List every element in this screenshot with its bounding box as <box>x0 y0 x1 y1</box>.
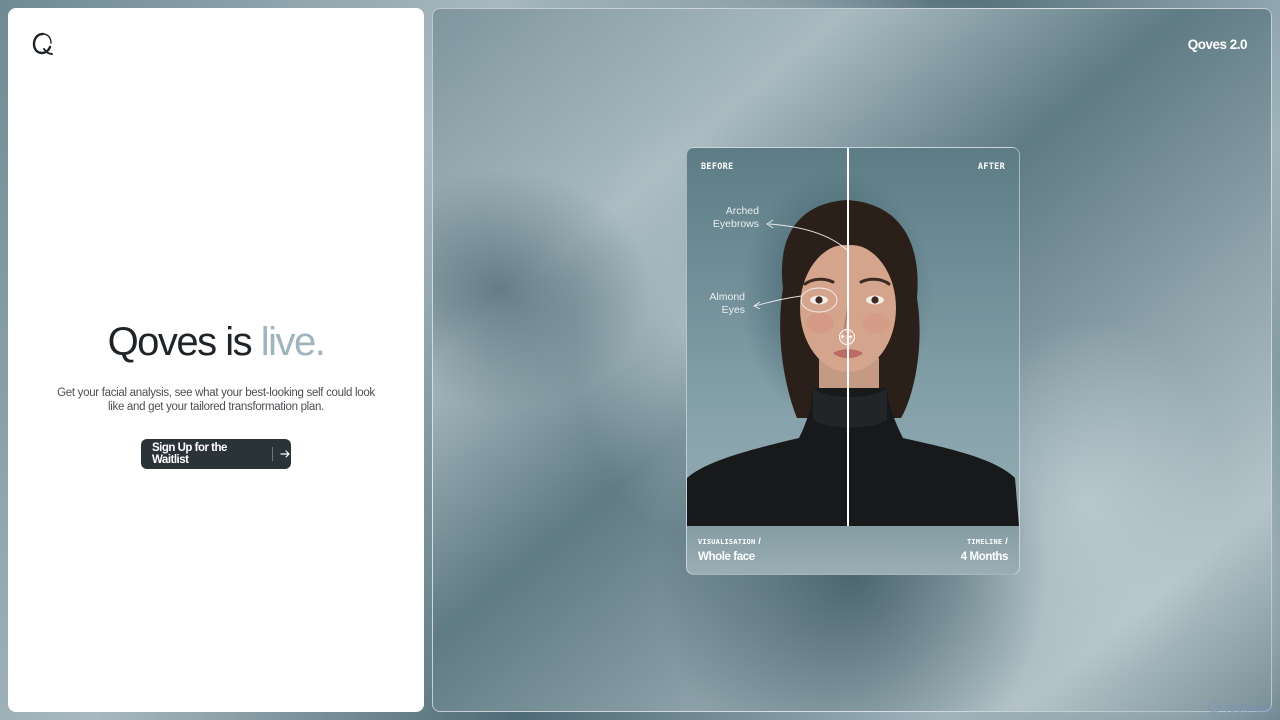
watermark-logo-icon <box>1208 700 1221 716</box>
version-label: Qoves 2.0 <box>1187 37 1248 52</box>
headline-accent: live. <box>260 320 326 364</box>
before-label: BEFORE <box>701 162 734 172</box>
visualisation-value: Whole face <box>698 551 755 563</box>
annotation-arched-eyebrows: Arched Eyebrows <box>712 205 759 230</box>
visualisation-kicker: VISUALISATION / <box>698 536 761 546</box>
timeline-separator: / <box>1005 536 1008 546</box>
watermark: ToolMage <box>1208 700 1274 716</box>
comparison-slider-handle-icon[interactable] <box>839 329 855 345</box>
card-footer: VISUALISATION / Whole face TIMELINE/ 4 Mo… <box>687 526 1019 574</box>
timeline-kicker: TIMELINE / <box>967 536 1008 546</box>
right-panel: Qoves 2.0 BEFORE AFTER Arched Eyebrows A… <box>432 8 1272 712</box>
hero-subtitle: Get your facial analysis, see what your … <box>57 387 375 413</box>
headline: Qoves is live. <box>8 320 424 365</box>
visualisation-separator: / <box>758 536 762 546</box>
before-after-card[interactable]: BEFORE AFTER Arched Eyebrows Almond Eyes… <box>686 147 1020 575</box>
qoves-logo-icon[interactable] <box>32 32 54 56</box>
timeline-label: TIMELINE <box>966 538 1003 546</box>
watermark-text: ToolMage <box>1223 702 1274 715</box>
visualisation-label: VISUALISATION <box>698 538 756 546</box>
waitlist-signup-button[interactable]: Sign Up for the Waitlist <box>141 439 291 469</box>
after-label: AFTER <box>977 162 1005 172</box>
button-separator <box>272 447 274 461</box>
timeline-value: 4 Months <box>960 551 1009 563</box>
waitlist-signup-label: Sign Up for the Waitlist <box>152 442 227 466</box>
annotation-almond-eyes: Almond Eyes <box>709 291 745 316</box>
left-panel: Qoves is live. Get your facial analysis,… <box>8 8 424 712</box>
headline-main: Qoves is <box>107 320 261 364</box>
arrow-right-icon <box>279 448 291 460</box>
